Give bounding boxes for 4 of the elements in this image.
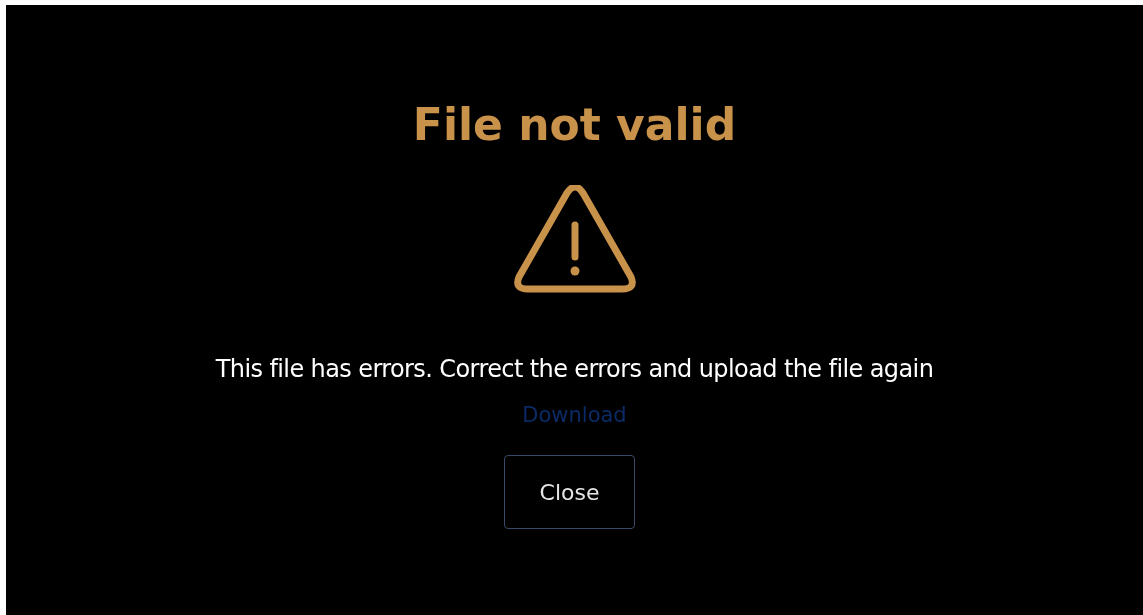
warning-icon: [513, 185, 636, 293]
close-button[interactable]: Close: [504, 455, 635, 529]
dialog-title: File not valid: [412, 98, 737, 152]
error-message: This file has errors. Correct the errors and upload the file again: [215, 354, 934, 385]
